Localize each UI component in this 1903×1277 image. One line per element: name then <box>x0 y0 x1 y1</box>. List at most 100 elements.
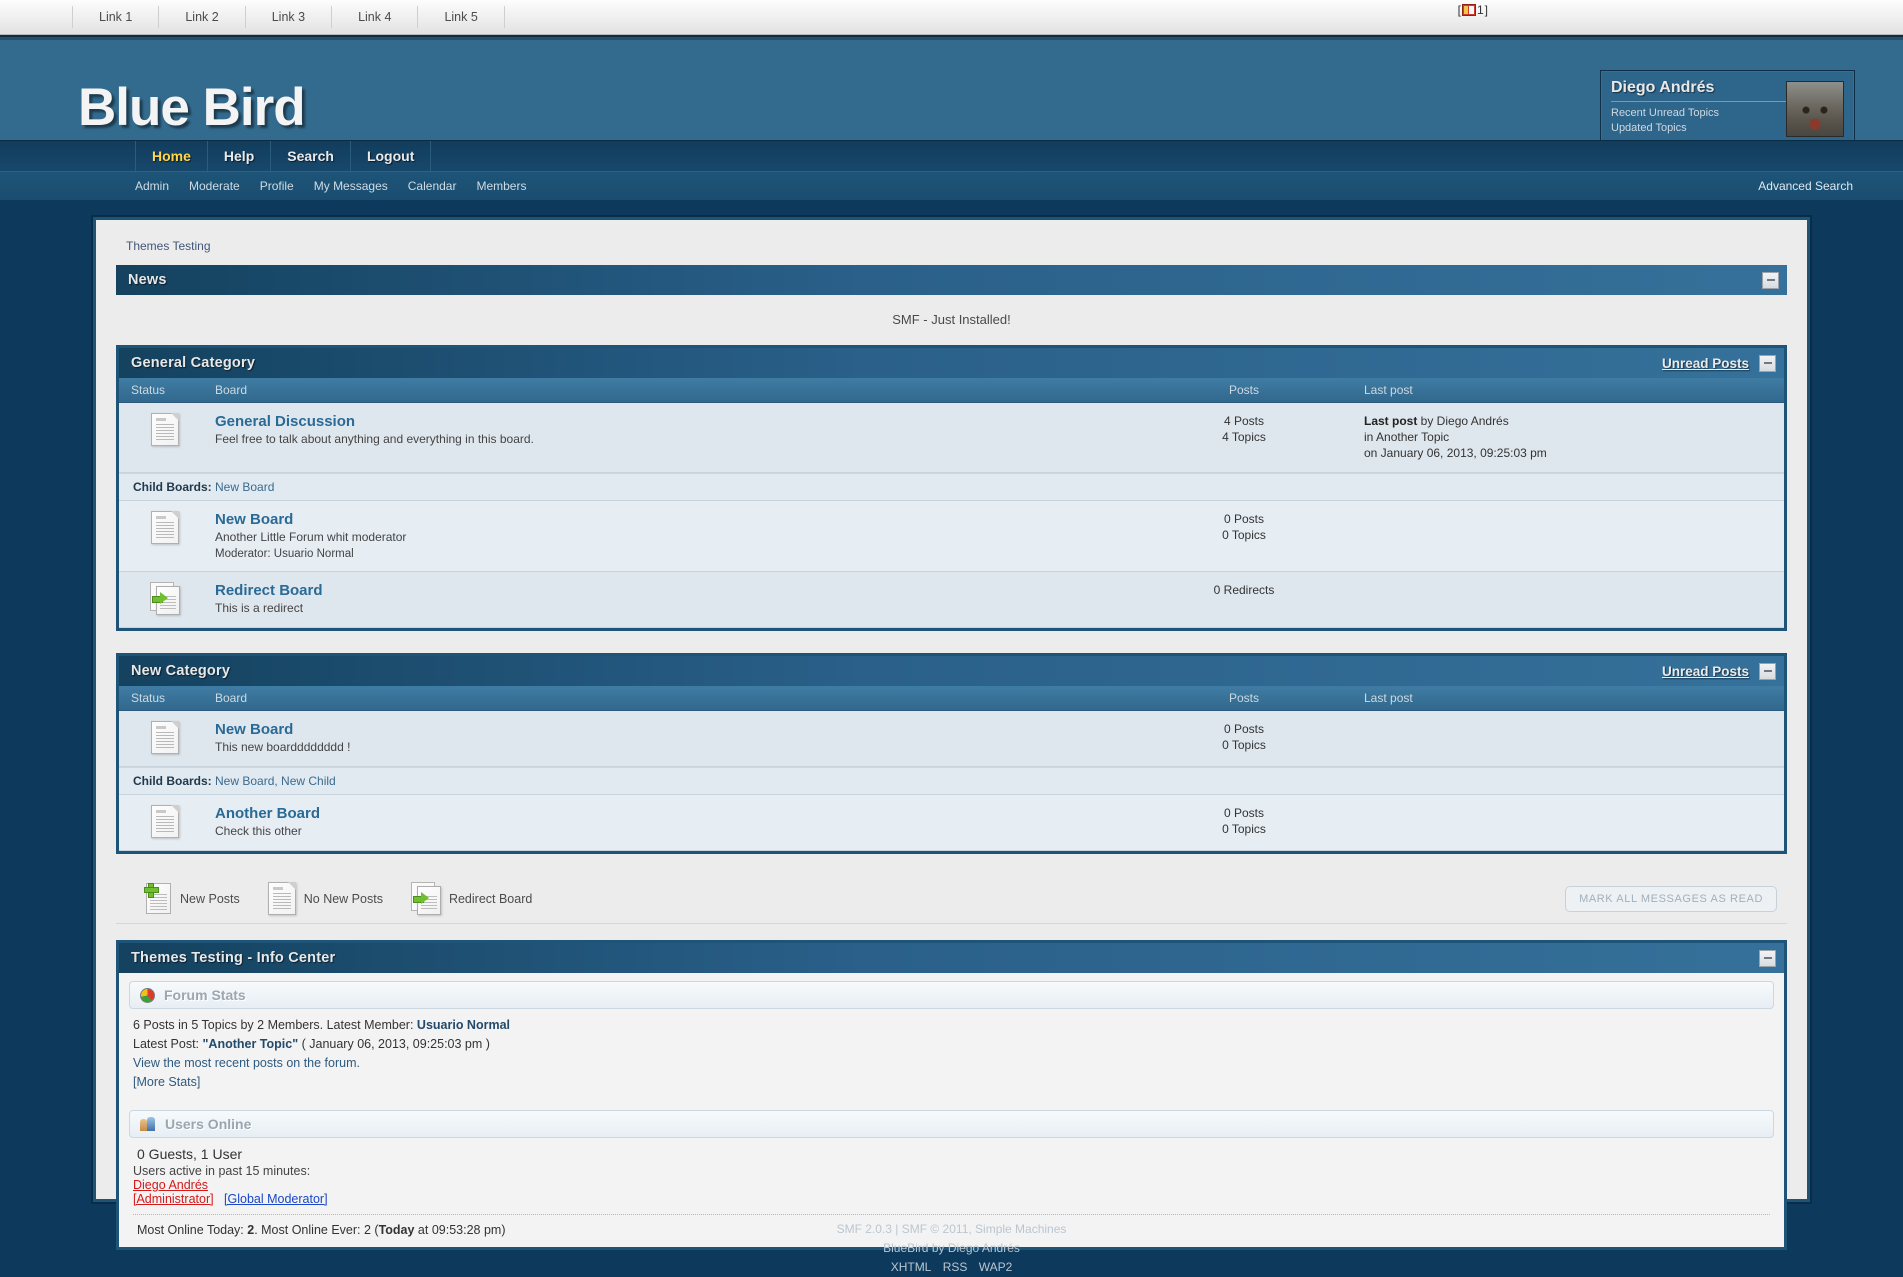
category-header-general: General Category Unread Posts <box>119 348 1784 378</box>
redirect-board-icon <box>410 882 441 915</box>
forum-stats-body: 6 Posts in 5 Topics by 2 Members. Latest… <box>119 1009 1784 1102</box>
latest-member-link[interactable]: Usuario Normal <box>417 1018 510 1032</box>
child-boards-list[interactable]: New Board, New Child <box>215 774 336 788</box>
top-links: Link 1 Link 2 Link 3 Link 4 Link 5 <box>72 6 505 28</box>
legend-new-posts: New Posts <box>144 882 240 915</box>
board-redirect-icon <box>150 582 180 615</box>
column-header-board: Board <box>215 383 248 397</box>
latest-post-link[interactable]: "Another Topic" <box>202 1037 298 1051</box>
more-stats-link[interactable]: [More Stats] <box>133 1075 200 1089</box>
menu-item-help[interactable]: Help <box>208 141 272 171</box>
board-status-cell <box>119 721 211 754</box>
column-header-posts: Posts <box>1228 691 1259 705</box>
submenu-item-admin[interactable]: Admin <box>135 179 169 193</box>
recent-unread-topics-link[interactable]: Recent Unread Topics <box>1611 106 1786 121</box>
stats-counts: 6 Posts in 5 Topics by 2 Members. Latest… <box>133 1018 417 1032</box>
column-header-status: Status <box>131 691 166 705</box>
child-boards-label: Child Boards: <box>133 480 212 494</box>
board-topic-count: 0 Topics <box>1222 822 1266 836</box>
news-title: News <box>128 272 167 288</box>
latest-post-label: Latest Post: <box>133 1037 203 1051</box>
news-header-bar: News <box>116 265 1787 295</box>
legend-label: No New Posts <box>303 891 383 906</box>
board-status-cell <box>119 582 211 615</box>
unread-posts-link[interactable]: Unread Posts <box>1662 664 1749 679</box>
category-collapse-button[interactable] <box>1759 354 1776 372</box>
users-group-icon <box>140 1116 156 1132</box>
top-link-5[interactable]: Link 5 <box>418 6 505 28</box>
board-posts-cell: 0 Posts 0 Topics <box>1134 721 1354 753</box>
news-collapse-button[interactable] <box>1762 271 1779 289</box>
top-link-2[interactable]: Link 2 <box>159 6 246 28</box>
table-row: General Discussion Feel free to talk abo… <box>119 403 1784 473</box>
menu-item-search[interactable]: Search <box>271 141 351 171</box>
board-link[interactable]: New Board <box>215 721 1134 738</box>
submenu-item-my-messages[interactable]: My Messages <box>314 179 388 193</box>
group-administrator-link[interactable]: [Administrator] <box>133 1192 214 1206</box>
board-lastpost-cell: Last post by Diego Andrés in Another Top… <box>1354 413 1784 461</box>
board-topic-count: 0 Topics <box>1222 738 1266 752</box>
breadcrumb[interactable]: Themes Testing <box>116 236 1787 265</box>
child-boards-list[interactable]: New Board <box>215 480 274 494</box>
board-description: Check this other <box>215 824 302 838</box>
column-header-last-post: Last post <box>1364 383 1413 397</box>
avatar[interactable] <box>1786 81 1844 137</box>
board-description: Feel free to talk about anything and eve… <box>215 432 534 446</box>
board-posts-cell: 0 Redirects <box>1134 582 1354 598</box>
advanced-search-link[interactable]: Advanced Search <box>1758 179 1853 193</box>
submenu-item-members[interactable]: Members <box>476 179 526 193</box>
user-display-name: Diego Andrés <box>1611 79 1786 102</box>
forum-stats-heading: Forum Stats <box>164 987 246 1003</box>
unread-posts-link[interactable]: Unread Posts <box>1662 356 1749 371</box>
column-header-board: Board <box>215 691 248 705</box>
board-link[interactable]: Another Board <box>215 805 1134 822</box>
pm-bracket-open: [ <box>1457 3 1461 17</box>
xhtml-link[interactable]: XHTML <box>891 1260 932 1274</box>
board-link[interactable]: General Discussion <box>215 413 1134 430</box>
board-description: This new boardddddddd ! <box>215 740 351 754</box>
most-online-ever-label: . Most Online Ever: 2 ( <box>254 1223 379 1237</box>
lastpost-topic[interactable]: in Another Topic <box>1364 429 1784 445</box>
category-header-new: New Category Unread Posts <box>119 656 1784 686</box>
category-collapse-button[interactable] <box>1759 662 1776 680</box>
group-global-moderator-link[interactable]: [Global Moderator] <box>224 1192 328 1206</box>
board-link[interactable]: Redirect Board <box>215 582 1134 599</box>
pm-bracket-close: ] <box>1484 3 1488 17</box>
info-center-title: Themes Testing - Info Center <box>131 950 336 966</box>
top-link-4[interactable]: Link 4 <box>332 6 419 28</box>
rss-link[interactable]: RSS <box>943 1260 968 1274</box>
submenu-item-calendar[interactable]: Calendar <box>408 179 457 193</box>
child-boards-row: Child Boards: New Board <box>119 473 1784 501</box>
table-row: Redirect Board This is a redirect 0 Redi… <box>119 572 1784 628</box>
info-center-collapse-button[interactable] <box>1759 949 1776 967</box>
lastpost-date: on January 06, 2013, 09:25:03 pm <box>1364 446 1547 460</box>
legend-no-new-posts: No New Posts <box>267 882 383 915</box>
personal-message-indicator[interactable]: [ 1 ] <box>1458 3 1488 17</box>
online-user-link[interactable]: Diego Andrés <box>133 1178 208 1192</box>
news-body: SMF - Just Installed! <box>116 295 1787 345</box>
footer-theme-credit[interactable]: BlueBird by Diego Andrés <box>0 1239 1903 1258</box>
board-link[interactable]: New Board <box>215 511 1134 528</box>
recent-posts-link[interactable]: View the most recent posts on the forum. <box>133 1056 360 1070</box>
info-center-header: Themes Testing - Info Center <box>119 943 1784 973</box>
menu-item-home[interactable]: Home <box>135 141 208 171</box>
submenu-item-moderate[interactable]: Moderate <box>189 179 240 193</box>
legend-items: New Posts No New Posts Redirect Board <box>144 882 532 915</box>
top-link-3[interactable]: Link 3 <box>246 6 333 28</box>
lastpost-author[interactable]: by Diego Andrés <box>1417 414 1509 428</box>
updated-topics-link[interactable]: Updated Topics <box>1611 121 1786 136</box>
top-link-1[interactable]: Link 1 <box>72 6 160 28</box>
user-info-box: Diego Andrés Recent Unread Topics Update… <box>1600 70 1855 140</box>
child-boards-label: Child Boards: <box>133 774 212 788</box>
board-moderator[interactable]: Moderator: Usuario Normal <box>215 548 1134 560</box>
users-online-subheader[interactable]: Users Online <box>129 1110 1774 1138</box>
wap2-link[interactable]: WAP2 <box>979 1260 1013 1274</box>
forum-stats-subheader[interactable]: Forum Stats <box>129 981 1774 1009</box>
latest-post-date: ( January 06, 2013, 09:25:03 pm ) <box>298 1037 490 1051</box>
most-online-day: Today <box>378 1223 415 1237</box>
mark-all-read-button[interactable]: MARK ALL MESSAGES AS READ <box>1565 885 1777 912</box>
menu-item-logout[interactable]: Logout <box>351 141 432 171</box>
user-info-text: Diego Andrés Recent Unread Topics Update… <box>1611 79 1786 139</box>
forum-logo-title: Blue Bird <box>78 78 306 137</box>
submenu-item-profile[interactable]: Profile <box>260 179 294 193</box>
